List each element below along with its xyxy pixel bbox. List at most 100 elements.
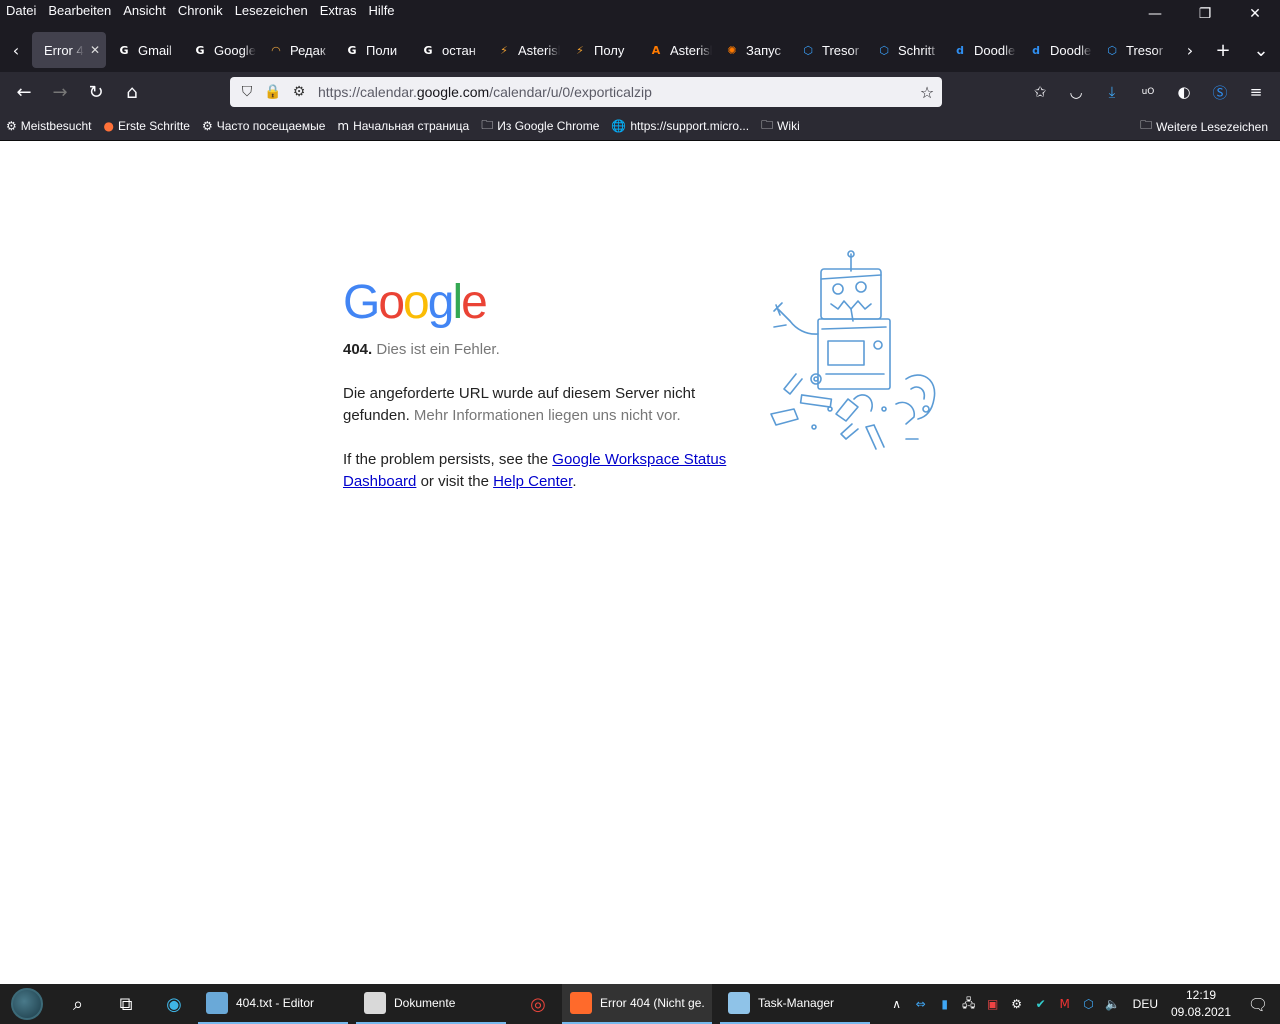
notification-icon[interactable]: 🗨	[1236, 995, 1280, 1014]
tray-m-icon[interactable]: M	[1053, 997, 1077, 1011]
bookmark-item-4[interactable]: 🗀 Из Google Chrome	[475, 116, 605, 137]
tray-app-icon[interactable]: ▮	[933, 997, 957, 1011]
menu-item-lesezeichen[interactable]: Lesezeichen	[229, 1, 314, 21]
firefox-icon	[570, 992, 592, 1014]
taskbar-app-3[interactable]: Task-Manager	[720, 984, 870, 1024]
tab-14[interactable]: ⬡ Tresor	[1098, 32, 1174, 68]
tab-scroll-left-icon[interactable]: ‹	[0, 28, 32, 72]
chrome-icon[interactable]: ◎	[514, 984, 562, 1024]
bookmark-item-6[interactable]: 🗀 Wiki	[755, 116, 806, 137]
permissions-icon[interactable]: ⚙	[286, 84, 312, 100]
forward-icon[interactable]: →	[42, 76, 78, 108]
tray-check-icon[interactable]: ✔	[1029, 997, 1053, 1011]
taskbar-app-1[interactable]: Dokumente	[356, 984, 506, 1024]
m-icon: m	[337, 119, 350, 133]
tab-6[interactable]: ⚡ Asterisk	[490, 32, 566, 68]
minimize-icon[interactable]: —	[1130, 0, 1180, 28]
taskbar-app-label: Dokumente	[394, 996, 456, 1010]
bookmark-item-3[interactable]: m Начальная страница	[331, 119, 475, 133]
menu-item-ansicht[interactable]: Ansicht	[117, 1, 172, 21]
menu-item-extras[interactable]: Extras	[314, 1, 363, 21]
bookmark-item-2[interactable]: ⚙ Часто посещаемые	[196, 119, 331, 133]
url-bar[interactable]: ⛉ 🔒 ⚙ https://calendar.google.com/calend…	[230, 77, 942, 107]
tab-4[interactable]: G Поли	[338, 32, 414, 68]
task-view-icon[interactable]: ⧉	[102, 984, 150, 1024]
tab-12[interactable]: d Doodle	[946, 32, 1022, 68]
tab-11[interactable]: ⬡ Schritt	[870, 32, 946, 68]
tab-list-icon[interactable]: ⌄	[1242, 40, 1280, 61]
clock[interactable]: 12:19 09.08.2021	[1166, 987, 1236, 1021]
bookmark-label: Erste Schritte	[117, 119, 190, 133]
close-window-icon[interactable]: ✕	[1230, 0, 1280, 28]
menu-item-hilfe[interactable]: Hilfe	[363, 1, 401, 21]
tab-label: Запус	[746, 42, 781, 58]
taskbar-app-label: Error 404 (Nicht ge...	[600, 996, 704, 1010]
tray-expand-icon[interactable]: ∧	[885, 997, 909, 1011]
search-icon[interactable]: ⌕	[54, 984, 102, 1024]
input-language[interactable]: DEU	[1125, 997, 1166, 1011]
bookmark-label: Из Google Chrome	[497, 119, 600, 133]
tab-10[interactable]: ⬡ Tresor	[794, 32, 870, 68]
bookmark-item-1[interactable]: ● Erste Schritte	[97, 119, 196, 133]
start-button[interactable]	[0, 984, 54, 1024]
back-icon[interactable]: ←	[6, 76, 42, 108]
taskbar-app-2[interactable]: Error 404 (Nicht ge...	[562, 984, 712, 1024]
bookmark-label: Часто посещаемые	[216, 119, 326, 133]
tracking-shield-icon[interactable]: ⛉	[234, 84, 260, 100]
hamburger-menu-icon[interactable]: ≡	[1238, 83, 1274, 101]
bookmarks-bar: ⚙ Meistbesucht ● Erste Schritte ⚙ Часто посещ…	[0, 112, 1280, 141]
tab-label: Tresor	[822, 42, 860, 58]
skype-icon[interactable]: Ⓢ	[1202, 82, 1238, 103]
bookmark-item-0[interactable]: ⚙ Meistbesucht	[0, 119, 97, 133]
collections-icon[interactable]: ✩	[1022, 83, 1058, 101]
menu-item-chronik[interactable]: Chronik	[172, 1, 229, 21]
browser-chrome: Datei Bearbeiten Ansicht Chronik Lesezeichen…	[0, 0, 1280, 141]
google-icon: G	[423, 43, 433, 57]
start-orb-icon	[11, 988, 43, 1020]
home-icon[interactable]: ⌂	[114, 76, 150, 108]
extension-icon[interactable]: ◐	[1166, 83, 1202, 101]
taskbar-apps-group-1: 404.txt - Editor Dokumente	[198, 984, 514, 1024]
ublock-icon[interactable]: uO	[1130, 87, 1166, 97]
tab-3[interactable]: ◠ Редак	[262, 32, 338, 68]
new-tab-icon[interactable]: +	[1204, 40, 1242, 61]
tray-tresorit-icon[interactable]: ⬡	[1077, 997, 1101, 1011]
close-tab-icon[interactable]: ✕	[90, 43, 100, 57]
tab-label: Поли	[366, 42, 398, 58]
bookmark-item-5[interactable]: 🌐 https://support.micro...	[605, 119, 755, 133]
tab-2[interactable]: G Google	[186, 32, 262, 68]
more-bookmarks[interactable]: 🗀 Weitere Lesezeichen	[1140, 112, 1268, 141]
tab-0[interactable]: Error 404 ✕	[32, 32, 106, 68]
tab-9[interactable]: ✺ Запус	[718, 32, 794, 68]
documents-icon	[364, 992, 386, 1014]
bookmark-star-icon[interactable]: ☆	[912, 83, 942, 102]
system-tray: ∧ ⇔ ▮ 🖧 ▣ ⚙ ✔ M ⬡ 🔈 DEU 12:19 09.08.2021…	[885, 984, 1280, 1024]
tray-gear-icon[interactable]: ⚙	[1005, 997, 1029, 1011]
volume-icon[interactable]: 🔈	[1101, 997, 1125, 1011]
lock-icon[interactable]: 🔒	[260, 84, 286, 100]
downloads-icon[interactable]: ⤓	[1094, 83, 1130, 101]
error-code: 404.	[343, 341, 373, 358]
taskbar-app-0[interactable]: 404.txt - Editor	[198, 984, 348, 1024]
edge-icon[interactable]: ◉	[150, 984, 198, 1024]
tab-13[interactable]: d Doodle	[1022, 32, 1098, 68]
tab-scroll-right-icon[interactable]: ›	[1174, 28, 1206, 72]
tray-cd-icon[interactable]: ▣	[981, 997, 1005, 1011]
restore-icon[interactable]: ❐	[1180, 0, 1230, 28]
reload-icon[interactable]: ↻	[78, 76, 114, 108]
pocket-icon[interactable]: ◡	[1058, 83, 1094, 101]
tab-7[interactable]: ⚡ Полу	[566, 32, 642, 68]
menu-item-datei[interactable]: Datei	[0, 1, 42, 21]
bookmark-label: Wiki	[777, 119, 800, 133]
menu-item-bearbeiten[interactable]: Bearbeiten	[42, 1, 117, 21]
logo-letter: o	[378, 276, 405, 329]
tab-8[interactable]: A Asterisk	[642, 32, 718, 68]
teamviewer-icon[interactable]: ⇔	[909, 997, 933, 1011]
url-text[interactable]: https://calendar.google.com/calendar/u/0…	[312, 84, 912, 100]
network-icon[interactable]: 🖧	[957, 994, 981, 1015]
tab-1[interactable]: G Gmail	[110, 32, 186, 68]
google-icon: G	[347, 43, 357, 57]
help-center-link[interactable]: Help Center	[493, 473, 572, 490]
tab-5[interactable]: Gостан	[414, 32, 490, 68]
asterisk-icon: ⚡	[500, 43, 508, 57]
